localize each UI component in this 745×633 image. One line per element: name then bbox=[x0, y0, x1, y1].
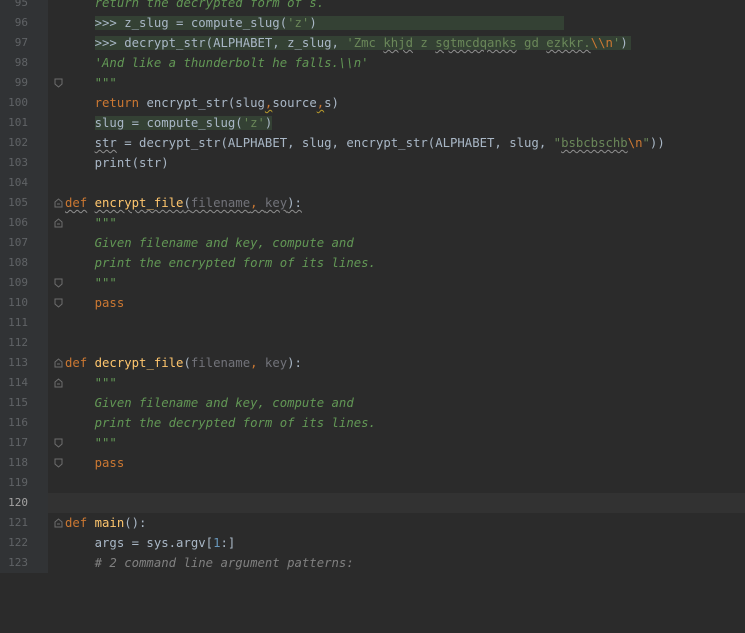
current-line[interactable]: 120 bbox=[0, 493, 745, 513]
code-line[interactable]: 105 def encrypt_file(filename, key): bbox=[0, 193, 745, 213]
docstring-text: 'And like a thunderbolt he falls.\\n' bbox=[65, 56, 369, 70]
line-number: 98 bbox=[0, 53, 48, 73]
doctest-highlight: >>> decrypt_str(ALPHABET, z_slug, 'Zmc k… bbox=[94, 36, 631, 50]
function-name: decrypt_file bbox=[94, 356, 184, 370]
docstring-text: print the encrypted form of its lines. bbox=[65, 256, 376, 270]
code-line[interactable]: 98 'And like a thunderbolt he falls.\\n' bbox=[0, 53, 745, 73]
code-line[interactable]: 102 str = decrypt_str(ALPHABET, slug, en… bbox=[0, 133, 745, 153]
fold-start-icon[interactable] bbox=[52, 213, 64, 233]
code-line[interactable]: 121 def main(): bbox=[0, 513, 745, 533]
fold-end-icon[interactable] bbox=[52, 273, 64, 293]
spelling-warning: ezkkr. bbox=[546, 36, 591, 50]
line-number: 108 bbox=[0, 253, 48, 273]
fold-start-icon[interactable] bbox=[52, 193, 64, 213]
line-number: 119 bbox=[0, 473, 48, 493]
docstring-text: return the decrypted form of s. bbox=[65, 0, 325, 10]
code-line[interactable]: 117 """ bbox=[0, 433, 745, 453]
code-line[interactable]: 111 bbox=[0, 313, 745, 333]
code-line[interactable]: 107 Given filename and key, compute and bbox=[0, 233, 745, 253]
line-number: 107 bbox=[0, 233, 48, 253]
spelling-warning: sgtmcdqanks bbox=[435, 36, 517, 50]
docstring-text: Given filename and key, compute and bbox=[65, 396, 354, 410]
docstring-text: """ bbox=[65, 76, 117, 90]
line-number: 96 bbox=[0, 13, 48, 33]
code-line[interactable]: 103 print(str) bbox=[0, 153, 745, 173]
comment-text: # 2 command line argument patterns: bbox=[65, 556, 354, 570]
line-number: 97 bbox=[0, 33, 48, 53]
line-number: 122 bbox=[0, 533, 48, 553]
line-number: 104 bbox=[0, 173, 48, 193]
line-number: 120 bbox=[0, 493, 48, 513]
docstring-text: Given filename and key, compute and bbox=[65, 236, 354, 250]
code-line[interactable]: 99 """ bbox=[0, 73, 745, 93]
function-name: encrypt_file bbox=[94, 196, 184, 210]
code-line[interactable]: 97 >>> decrypt_str(ALPHABET, z_slug, 'Zm… bbox=[0, 33, 745, 53]
code-line[interactable]: 101 slug = compute_slug('z') bbox=[0, 113, 745, 133]
code-line[interactable]: 106 """ bbox=[0, 213, 745, 233]
docstring-text: """ bbox=[65, 376, 117, 390]
code-line[interactable]: 112 bbox=[0, 333, 745, 353]
line-number: 109 bbox=[0, 273, 48, 293]
docstring-text: """ bbox=[65, 436, 117, 450]
code-line[interactable]: 95 return the decrypted form of s. bbox=[0, 0, 745, 13]
line-number: 103 bbox=[0, 153, 48, 173]
fold-end-icon[interactable] bbox=[52, 433, 64, 453]
docstring-text: """ bbox=[65, 216, 117, 230]
code-line[interactable]: 113 def decrypt_file(filename, key): bbox=[0, 353, 745, 373]
shadow-builtin-warning: str bbox=[94, 136, 117, 150]
code-line[interactable]: 119 bbox=[0, 473, 745, 493]
line-number: 106 bbox=[0, 213, 48, 233]
line-number: 95 bbox=[0, 0, 48, 13]
fold-start-icon[interactable] bbox=[52, 513, 64, 533]
line-number: 99 bbox=[0, 73, 48, 93]
pass-statement: pass bbox=[65, 296, 125, 310]
doctest-highlight: >>> z_slug = compute_slug('z') bbox=[94, 16, 565, 30]
spelling-warning: khjd bbox=[383, 36, 413, 50]
fold-end-icon[interactable] bbox=[52, 73, 64, 93]
line-number: 111 bbox=[0, 313, 48, 333]
code-line[interactable]: 100 return encrypt_str(slug,source,s) bbox=[0, 93, 745, 113]
code-line[interactable]: 96 >>> z_slug = compute_slug('z') bbox=[0, 13, 745, 33]
code-line[interactable]: 108 print the encrypted form of its line… bbox=[0, 253, 745, 273]
line-number: 115 bbox=[0, 393, 48, 413]
function-name: main bbox=[94, 516, 125, 530]
usage-highlight: slug = compute_slug('z') bbox=[94, 116, 273, 130]
fold-start-icon[interactable] bbox=[52, 353, 64, 373]
line-number: 101 bbox=[0, 113, 48, 133]
line-number: 121 bbox=[0, 513, 48, 533]
docstring-text: """ bbox=[65, 276, 117, 290]
code-line[interactable]: 116 print the decrypted form of its line… bbox=[0, 413, 745, 433]
line-number: 117 bbox=[0, 433, 48, 453]
docstring-text: print the decrypted form of its lines. bbox=[65, 416, 376, 430]
fold-end-icon[interactable] bbox=[52, 453, 64, 473]
line-number: 102 bbox=[0, 133, 48, 153]
line-number: 114 bbox=[0, 373, 48, 393]
line-number: 113 bbox=[0, 353, 48, 373]
line-number: 100 bbox=[0, 93, 48, 113]
line-number: 116 bbox=[0, 413, 48, 433]
spelling-warning: bsbcbschb bbox=[561, 136, 628, 150]
pass-statement: pass bbox=[65, 456, 125, 470]
line-number: 118 bbox=[0, 453, 48, 473]
code-line[interactable]: 123 # 2 command line argument patterns: bbox=[0, 553, 745, 573]
code-line[interactable]: 104 bbox=[0, 173, 745, 193]
code-line[interactable]: 115 Given filename and key, compute and bbox=[0, 393, 745, 413]
fold-end-icon[interactable] bbox=[52, 293, 64, 313]
line-number: 123 bbox=[0, 553, 48, 573]
code-line[interactable]: 114 """ bbox=[0, 373, 745, 393]
code-line[interactable]: 118 pass bbox=[0, 453, 745, 473]
line-number: 112 bbox=[0, 333, 48, 353]
line-number: 110 bbox=[0, 293, 48, 313]
fold-start-icon[interactable] bbox=[52, 373, 64, 393]
code-line[interactable]: 109 """ bbox=[0, 273, 745, 293]
code-line[interactable]: 122 args = sys.argv[1:] bbox=[0, 533, 745, 553]
code-line[interactable]: 110 pass bbox=[0, 293, 745, 313]
code-editor[interactable]: 95 return the decrypted form of s. 96 >>… bbox=[0, 0, 745, 573]
line-number: 105 bbox=[0, 193, 48, 213]
